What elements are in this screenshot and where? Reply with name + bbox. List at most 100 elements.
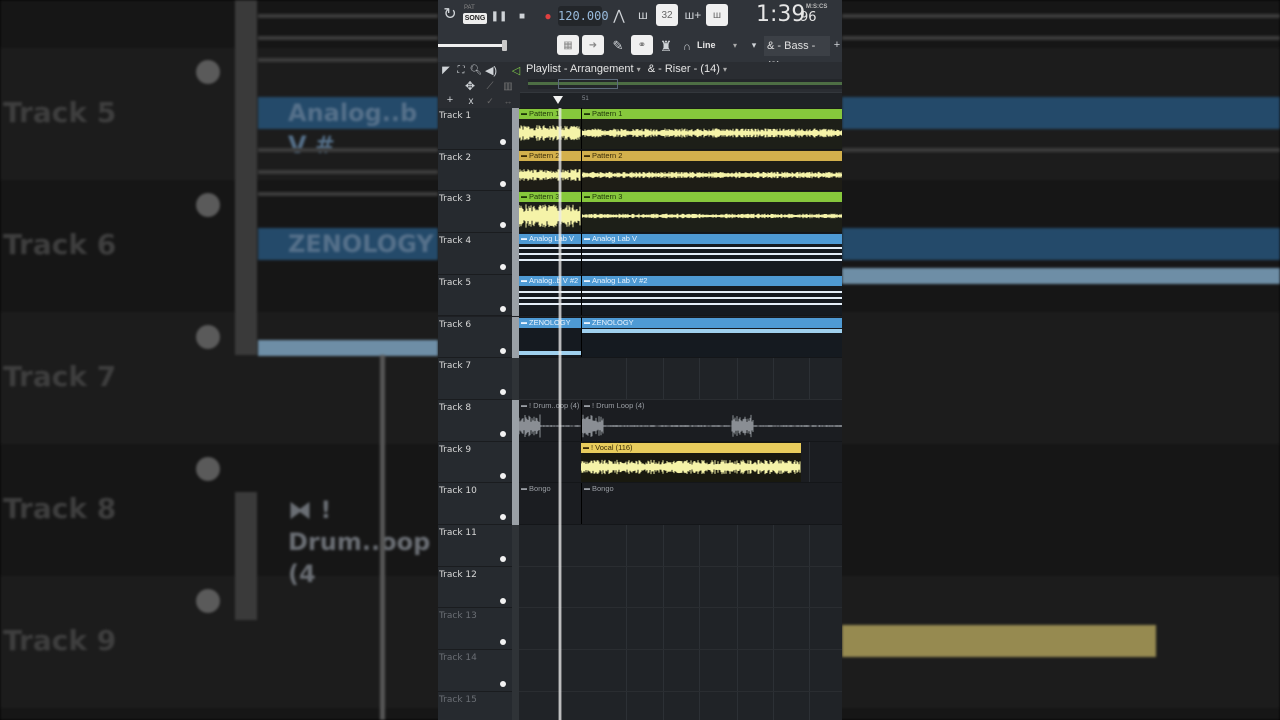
track-color-strip[interactable]	[512, 650, 519, 692]
playlist-clip[interactable]: ZENOLOGY	[581, 316, 842, 358]
track-lane[interactable]: BongoBongo	[519, 483, 842, 525]
track-header[interactable]: Track 14	[438, 650, 512, 692]
playlist-clip[interactable]: Analog Lab V	[581, 233, 842, 274]
countdown-icon[interactable]: 32	[656, 4, 678, 26]
track-header[interactable]: Track 1	[438, 108, 512, 150]
track-header[interactable]: Track 8	[438, 399, 512, 442]
track-enable-dot[interactable]	[500, 347, 506, 354]
track-header[interactable]: Track 3	[438, 191, 512, 234]
check-icon[interactable]: ✓	[484, 95, 496, 107]
track-color-strip[interactable]	[512, 399, 519, 442]
track-enable-dot[interactable]	[500, 472, 506, 479]
pattern-selector[interactable]: & - Bass - (9)	[764, 36, 830, 72]
piano-icon[interactable]: ▥	[501, 80, 515, 92]
track-enable-dot[interactable]	[500, 139, 506, 145]
song-time-display[interactable]: 1:39	[756, 2, 805, 27]
track-lane[interactable]: Pattern 3Pattern 3	[519, 191, 842, 234]
overview-window[interactable]	[558, 79, 618, 89]
playlist-clip[interactable]: Analog..b V #2	[519, 274, 581, 316]
track-color-strip[interactable]	[512, 316, 519, 359]
stamp-icon[interactable]: ♜	[656, 36, 676, 56]
play-position-marker[interactable]	[553, 96, 563, 104]
playlist-clip[interactable]: Pattern 1	[519, 108, 581, 149]
track-header[interactable]: Track 13	[438, 608, 512, 651]
master-volume-slider[interactable]	[438, 44, 502, 47]
audio-preview-icon[interactable]: ◁	[509, 63, 523, 77]
overview-bar[interactable]	[528, 79, 842, 89]
pause-icon[interactable]: ❚❚	[491, 6, 508, 26]
track-header[interactable]: Track 5	[438, 274, 512, 317]
track-color-strip[interactable]	[512, 358, 519, 400]
track-lane[interactable]: ZENOLOGYZENOLOGY	[519, 316, 842, 359]
playhead[interactable]	[558, 108, 562, 720]
blend-notes-icon[interactable]: ш	[706, 4, 728, 26]
track-enable-dot[interactable]	[500, 597, 506, 604]
track-color-strip[interactable]	[512, 233, 519, 275]
track-enable-dot[interactable]	[500, 305, 506, 312]
speaker-icon[interactable]: ◀︎)	[484, 63, 498, 77]
track-header[interactable]: Track 7	[438, 358, 512, 400]
playlist-clip[interactable]: Bongo	[519, 483, 581, 524]
track-color-strip[interactable]	[512, 108, 519, 150]
wait-for-input-icon[interactable]: ш	[632, 5, 654, 25]
loop-record-icon[interactable]: ↻	[440, 4, 460, 24]
zoom-icon[interactable]: 🔍︎	[469, 63, 483, 77]
draw-tool-icon[interactable]: ✎	[608, 36, 628, 56]
track-color-strip[interactable]	[512, 149, 519, 192]
step-edit-icon[interactable]: ш+	[682, 5, 704, 25]
track-lane[interactable]: Pattern 2Pattern 2	[519, 149, 842, 192]
playlist-clip[interactable]: Analog Lab V	[519, 233, 581, 274]
chevron-down-icon[interactable]: ▾	[730, 38, 740, 52]
track-enable-dot[interactable]	[500, 556, 506, 562]
playlist-clip[interactable]: Pattern 1	[581, 108, 842, 149]
track-header[interactable]: Track 10	[438, 483, 512, 525]
add-pattern-button[interactable]: +	[832, 38, 842, 52]
track-color-strip[interactable]	[512, 691, 519, 720]
playlist-clip[interactable]: ZENOLOGY	[519, 316, 581, 358]
track-color-strip[interactable]	[512, 525, 519, 567]
track-enable-dot[interactable]	[500, 180, 506, 187]
options-icon[interactable]: ◤	[439, 63, 453, 77]
link-icon[interactable]: ⚭	[631, 35, 653, 55]
track-enable-dot[interactable]	[500, 222, 506, 229]
track-lane[interactable]: ! Drum..oop (4)! Drum Loop (4)	[519, 399, 842, 442]
add-track-button[interactable]: +	[444, 94, 456, 106]
track-lane[interactable]	[519, 525, 842, 567]
track-lane[interactable]	[519, 608, 842, 651]
playlist-clip[interactable]: Pattern 2	[581, 149, 842, 191]
playlist-clip[interactable]: ! Drum..oop (4)	[519, 399, 581, 441]
track-enable-dot[interactable]	[500, 514, 506, 521]
timeline-ruler[interactable]: 51	[520, 92, 842, 108]
track-lane[interactable]	[519, 650, 842, 692]
track-lane[interactable]: Analog..b V #2Analog Lab V #2	[519, 274, 842, 317]
mode-song-button[interactable]: SONG	[463, 13, 487, 24]
track-lane[interactable]: ! Vocal (116)	[519, 441, 842, 484]
stop-icon[interactable]: ■	[515, 6, 529, 26]
tempo-display[interactable]: 120.000	[558, 6, 609, 26]
track-lane[interactable]	[519, 358, 842, 400]
fit-view-icon[interactable]: ⛶	[454, 63, 468, 77]
playlist-clip[interactable]: Pattern 3	[581, 191, 842, 233]
track-header[interactable]: Track 11	[438, 525, 512, 567]
track-enable-dot[interactable]	[500, 430, 506, 437]
track-color-strip[interactable]	[512, 566, 519, 609]
track-color-strip[interactable]	[512, 191, 519, 234]
playlist-clip[interactable]: Bongo	[581, 483, 842, 524]
track-color-strip[interactable]	[512, 608, 519, 651]
track-header[interactable]: Track 2	[438, 149, 512, 192]
track-enable-dot[interactable]	[500, 389, 506, 396]
track-lane[interactable]	[519, 691, 842, 720]
metronome-icon[interactable]: ⋀	[608, 5, 630, 25]
track-color-strip[interactable]	[512, 441, 519, 484]
mode-pattern-label[interactable]: PAT	[464, 5, 475, 11]
track-header[interactable]: Track 4	[438, 233, 512, 275]
playlist-clip[interactable]: ! Drum Loop (4)	[581, 399, 842, 441]
track-lane[interactable]	[519, 566, 842, 609]
pattern-dropdown-icon[interactable]: ▾	[749, 38, 759, 52]
track-color-strip[interactable]	[512, 483, 519, 525]
track-lane[interactable]: Analog Lab VAnalog Lab V	[519, 233, 842, 275]
record-icon[interactable]: ●	[541, 6, 555, 26]
playlist-clip[interactable]: Pattern 2	[519, 149, 581, 191]
keyboard-typing-icon[interactable]: ▦	[557, 35, 579, 55]
close-icon[interactable]: x	[465, 95, 477, 107]
